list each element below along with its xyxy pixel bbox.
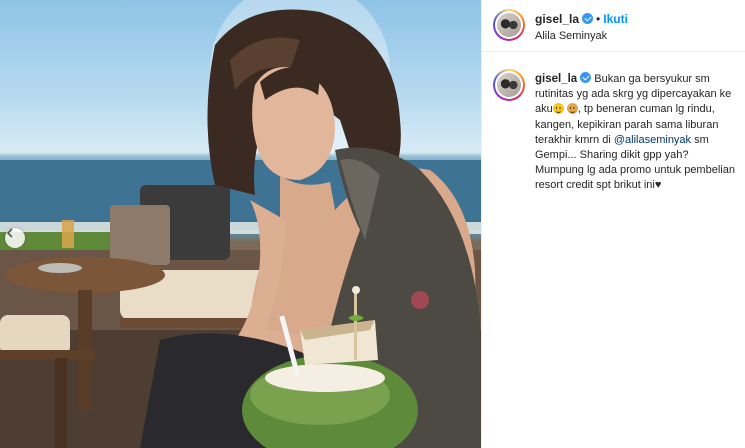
caption-username-link[interactable]: gisel_la	[535, 73, 577, 85]
post-caption: gisel_la Bukan ga bersyukur sm rutinitas…	[535, 72, 735, 194]
follow-button[interactable]: Ikuti	[603, 12, 628, 26]
post-photo	[0, 0, 481, 448]
verified-badge-icon	[580, 72, 592, 83]
username-link[interactable]: gisel_la	[535, 12, 579, 26]
previous-photo-button[interactable]	[5, 228, 25, 248]
location-link[interactable]: Alila Seminyak	[535, 30, 607, 42]
instagram-post-view: gisel_la • Ikuti Alila Seminyak gisel_la B…	[0, 0, 745, 448]
caption-avatar[interactable]	[493, 69, 525, 101]
see-no-evil-monkey-emoji-icon	[566, 103, 578, 115]
separator-dot: •	[596, 12, 601, 26]
verified-badge-icon	[582, 13, 594, 24]
avatar[interactable]	[493, 9, 525, 41]
avatar-image	[497, 73, 521, 97]
post-side-panel: gisel_la • Ikuti Alila Seminyak gisel_la B…	[481, 0, 745, 448]
mention-link[interactable]: @alilaseminyak	[614, 134, 691, 146]
grinning-face-emoji-icon	[552, 103, 564, 115]
post-header: gisel_la • Ikuti Alila Seminyak	[482, 0, 745, 52]
header-user-line: gisel_la • Ikuti	[535, 12, 628, 26]
photo-illustration	[0, 0, 481, 448]
chevron-left-icon	[7, 228, 13, 238]
avatar-image	[497, 13, 521, 37]
